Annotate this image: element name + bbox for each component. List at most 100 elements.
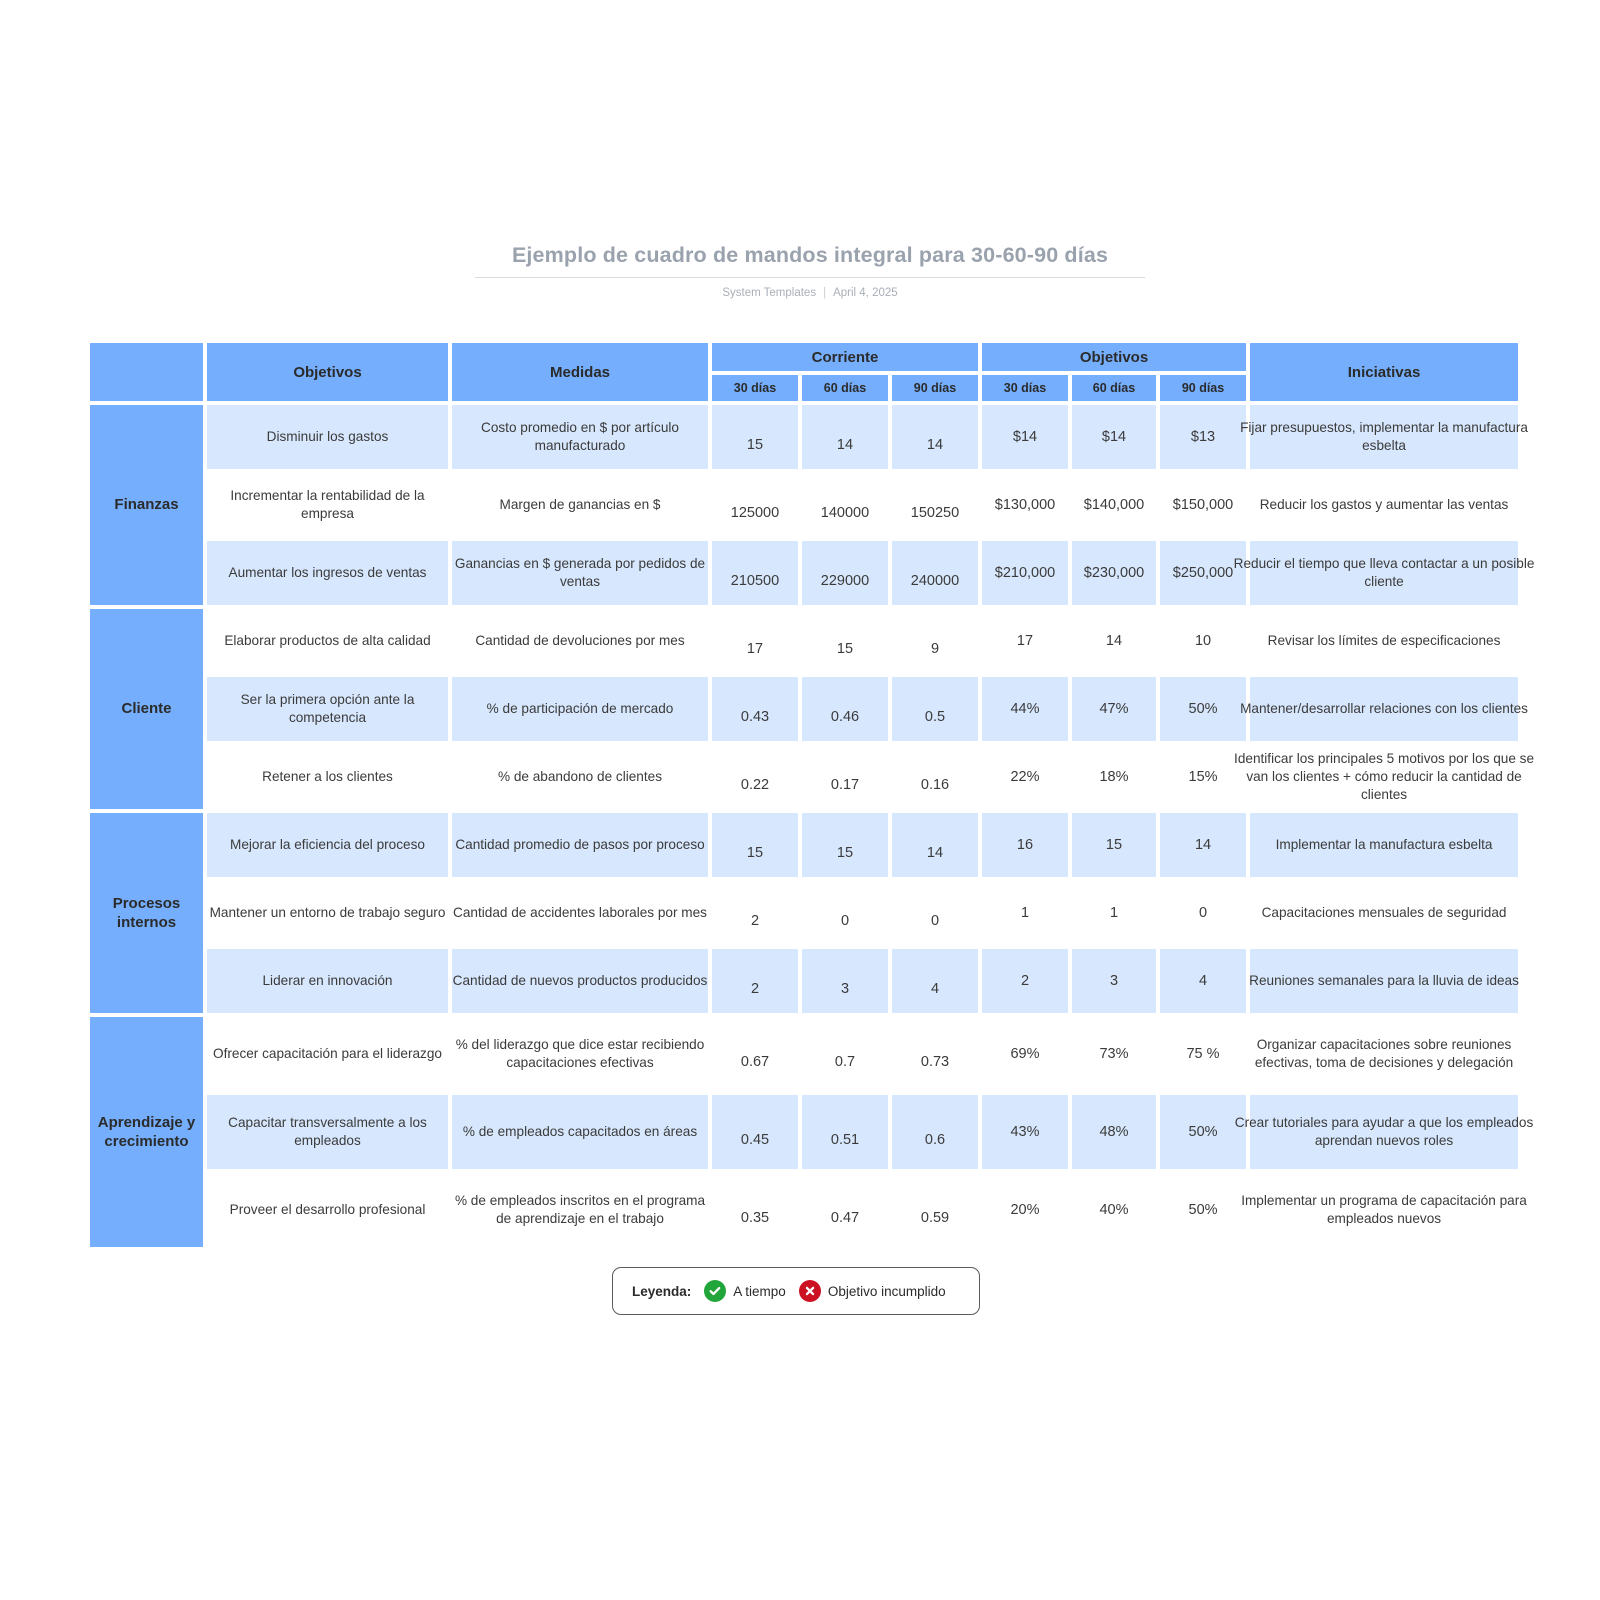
current-value: 0.47 (830, 1210, 860, 1226)
current-value-cell-90-días: 150250 (890, 471, 980, 539)
target-value-cell-30-días: 22% (980, 743, 1070, 811)
target-value-cell-30-días: 16 (980, 811, 1070, 879)
current-value: 14 (926, 437, 944, 453)
current-value: 0.73 (920, 1054, 950, 1070)
objective-cell: Disminuir los gastos (205, 403, 450, 471)
current-value-cell-90-días: 4 (890, 947, 980, 1015)
perspective-cell-3: Aprendizaje y crecimiento (88, 1015, 205, 1249)
current-value: 0.35 (740, 1210, 770, 1226)
x-circle-icon (798, 1280, 821, 1302)
initiative-text: Implementar un programa de capacitación … (1241, 1192, 1527, 1226)
document-date: April 4, 2025 (833, 287, 898, 299)
initiative-cell: Crear tutoriales para ayudar a que los e… (1235, 1093, 1533, 1171)
current-value-cell-30-días: 210500 (710, 539, 800, 607)
target-value-cell-30-días: $14 (980, 403, 1070, 471)
current-value-cell-30-días: 0.35 (710, 1171, 800, 1249)
initiative-cell: Reuniones semanales para la lluvia de id… (1248, 947, 1521, 1015)
current-value: 15 (836, 641, 854, 657)
current-value-cell-30-días: 0.22 (710, 743, 800, 811)
current-value-cell-60-días: 3 (800, 947, 890, 1015)
current-value: 125000 (730, 505, 780, 521)
initiative-text: Crear tutoriales para ayudar a que los e… (1234, 1114, 1534, 1148)
target-value-cell-30-días: 43% (980, 1093, 1070, 1171)
measure-cell: Ganancias en $ generada por pedidos de v… (450, 539, 710, 607)
current-value-cell-60-días: 14 (800, 403, 890, 471)
target-value-cell-30-días: 20% (980, 1171, 1070, 1249)
table-row: Mantener un entorno de trabajo seguro Can… (88, 879, 1521, 947)
current-value-cell-90-días: 240000 (890, 539, 980, 607)
objective-cell: Incrementar la rentabilidad de la empres… (205, 471, 450, 539)
header-target-30: 30 días (980, 373, 1070, 403)
perspective-cell-0: Finanzas (88, 403, 205, 607)
check-circle-icon (704, 1280, 727, 1302)
objective-cell: Ofrecer capacitación para el liderazgo (205, 1015, 450, 1093)
header-current-group: Corriente (710, 341, 980, 373)
table-row: Cliente Elaborar productos de alta calida… (88, 607, 1521, 811)
current-value-cell-90-días: 0 (890, 879, 980, 947)
legend-item-on-time-label: A tiempo (733, 1283, 786, 1299)
initiative-text: Implementar la manufactura esbelta (1275, 836, 1493, 852)
table-body: Finanzas Disminuir los gastos Costo promed… (88, 403, 1534, 1249)
measure-cell: % de empleados inscritos en el programa … (450, 1171, 710, 1249)
header-target-60: 60 días (1070, 373, 1158, 403)
target-value-cell-30-días: 44% (980, 675, 1070, 743)
table-row: Capacitar transversalmente a los emplead… (88, 1093, 1533, 1171)
current-value-cell-60-días: 0.7 (800, 1015, 890, 1093)
current-value: 0.7 (834, 1054, 856, 1070)
current-value-cell-90-días: 0.5 (890, 675, 980, 743)
current-value-cell-30-días: 17 (710, 607, 800, 675)
current-value-cell-60-días: 0.17 (800, 743, 890, 811)
header-measures: Medidas (450, 341, 710, 403)
measure-cell: % de abandono de clientes (450, 743, 710, 811)
current-value: 4 (930, 981, 940, 997)
table-row: Incrementar la rentabilidad de la empres… (88, 471, 1521, 539)
target-value-cell-60-días: 48% (1070, 1093, 1158, 1171)
document-meta: System Templates | April 4, 2025 (475, 287, 1145, 299)
table-header-row-top: Objetivos Medidas Corriente Objetivos In… (88, 341, 1521, 403)
header-current-30: 30 días (710, 373, 800, 403)
table-row: Procesos internos Mejorar la eficiencia d… (88, 811, 1521, 1015)
current-value: 0.59 (920, 1210, 950, 1226)
table-row: Finanzas Disminuir los gastos Costo promed… (88, 403, 1528, 607)
document-header: Ejemplo de cuadro de mandos integral par… (475, 243, 1145, 299)
table-header: Objetivos Medidas Corriente Objetivos In… (88, 341, 1521, 403)
initiative-cell: Reducir los gastos y aumentar las ventas (1248, 471, 1521, 539)
header-targets-group: Objetivos (980, 341, 1249, 373)
current-value-cell-90-días: 14 (890, 403, 980, 471)
measure-cell: % de participación de mercado (450, 675, 710, 743)
current-value: 3 (840, 981, 850, 997)
initiative-text: Reducir los gastos y aumentar las ventas (1259, 496, 1509, 512)
meta-separator: | (823, 287, 827, 299)
initiative-text: Revisar los límites de especificaciones (1267, 632, 1501, 648)
table-row: Liderar en innovación Cantidad de nuevos … (88, 947, 1521, 1015)
current-value: 210500 (730, 573, 780, 589)
target-value-cell-30-días: 1 (980, 879, 1070, 947)
header-current-90: 90 días (890, 373, 980, 403)
initiative-cell: Mantener/desarrollar relaciones con los … (1240, 675, 1528, 743)
current-value-cell-90-días: 0.73 (890, 1015, 980, 1093)
page-title: Ejemplo de cuadro de mandos integral par… (475, 243, 1145, 278)
current-value-cell-60-días: 0 (800, 879, 890, 947)
current-value: 0.51 (830, 1132, 860, 1148)
measure-cell: Cantidad de accidentes laborales por mes (450, 879, 710, 947)
current-value: 0.17 (830, 777, 860, 793)
current-value: 14 (836, 437, 854, 453)
current-value: 0.45 (740, 1132, 770, 1148)
current-value-cell-90-días: 0.6 (890, 1093, 980, 1171)
current-value: 0.43 (740, 709, 770, 725)
initiative-cell: Fijar presupuestos, implementar la manuf… (1240, 403, 1528, 471)
initiative-text: Reuniones semanales para la lluvia de id… (1249, 972, 1519, 988)
current-value-cell-60-días: 140000 (800, 471, 890, 539)
target-value-cell-30-días: 69% (980, 1015, 1070, 1093)
measure-cell: Cantidad promedio de pasos por proceso (450, 811, 710, 879)
initiative-text: Capacitaciones mensuales de seguridad (1261, 904, 1507, 920)
current-value: 0.46 (830, 709, 860, 725)
target-value-cell-60-días: $14 (1070, 403, 1158, 471)
current-value: 2 (750, 981, 760, 997)
target-value-cell-60-días: 47% (1070, 675, 1158, 743)
target-value-cell-60-días: 14 (1070, 607, 1158, 675)
current-value: 240000 (910, 573, 960, 589)
measure-cell: Cantidad de nuevos productos producidos (450, 947, 710, 1015)
measure-cell: Margen de ganancias en $ (450, 471, 710, 539)
objective-cell: Mantener un entorno de trabajo seguro (205, 879, 450, 947)
